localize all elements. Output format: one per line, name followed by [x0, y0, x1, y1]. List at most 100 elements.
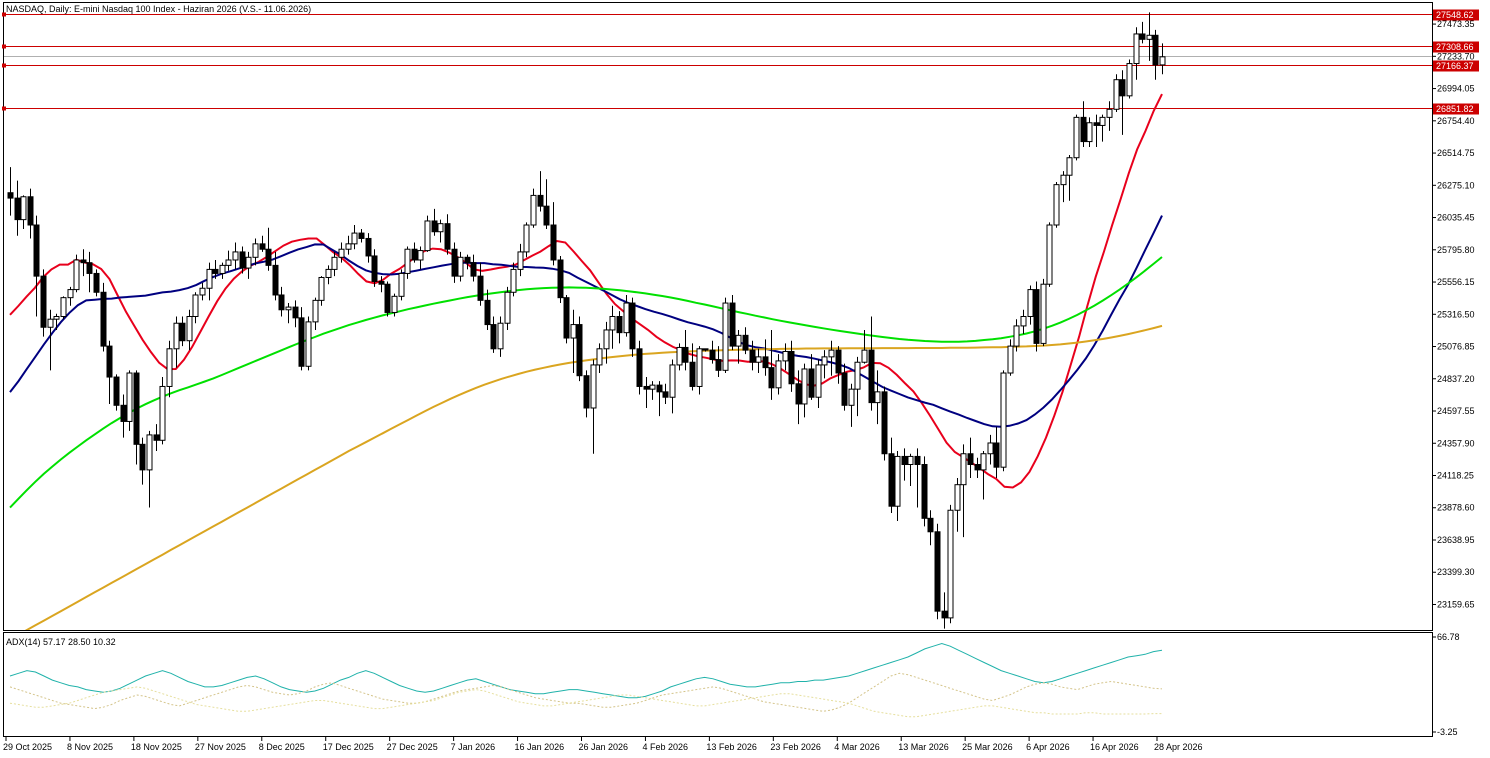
- candle: [192, 292, 199, 324]
- time-tick-label: 23 Feb 2026: [770, 742, 821, 752]
- candle: [166, 340, 173, 398]
- indicator-label: ADX(14) 57.17 28.50 10.32: [6, 637, 116, 647]
- candle: [815, 359, 822, 408]
- candle: [835, 346, 842, 384]
- candle: [139, 437, 146, 485]
- horizontal-levels: 27548.6227308.6627166.3726851.82: [2, 9, 1479, 115]
- candle: [179, 316, 186, 347]
- candle: [153, 424, 160, 452]
- candle: [1146, 12, 1153, 61]
- price-tick-label: 26275.10: [1437, 180, 1475, 190]
- candle: [245, 251, 252, 279]
- candle: [106, 340, 113, 404]
- candle: [954, 477, 961, 532]
- moving-averages: [9, 93, 1163, 630]
- candle: [543, 179, 550, 230]
- candle: [616, 311, 623, 344]
- candle: [457, 251, 464, 282]
- candle: [841, 363, 848, 411]
- adx-axis: 66.78 -3.25: [1432, 632, 1460, 737]
- candle: [186, 309, 193, 351]
- price-tick-label: 24837.20: [1437, 374, 1475, 384]
- candle: [1007, 339, 1014, 376]
- candle: [53, 313, 60, 330]
- candle: [1086, 117, 1093, 147]
- level-tag-label: 27166.37: [1436, 61, 1474, 71]
- candle: [292, 300, 299, 328]
- candle: [907, 453, 914, 487]
- candle: [722, 297, 729, 374]
- candle: [874, 370, 881, 425]
- price-tick-label: 23638.95: [1437, 535, 1475, 545]
- candlesticks: [7, 12, 1166, 629]
- candle: [868, 316, 875, 411]
- candle: [1106, 101, 1113, 131]
- candle: [550, 202, 557, 266]
- time-tick-label: 28 Apr 2026: [1154, 742, 1203, 752]
- main-panel: [3, 2, 1433, 631]
- candle: [1159, 43, 1166, 75]
- candle: [120, 394, 127, 438]
- candle: [576, 316, 583, 382]
- candle: [656, 381, 663, 417]
- candle: [325, 265, 332, 285]
- chart-canvas[interactable]: 27548.6227308.6627166.3726851.82 27473.3…: [0, 0, 1490, 758]
- candle: [1020, 309, 1027, 334]
- price-tick-label: 27233.70: [1437, 51, 1475, 61]
- candle: [345, 235, 352, 255]
- candle: [1033, 281, 1040, 352]
- candle: [941, 592, 948, 629]
- time-tick-label: 26 Jan 2026: [579, 742, 629, 752]
- candle: [67, 286, 74, 306]
- candle: [444, 214, 451, 255]
- time-tick-label: 4 Mar 2026: [834, 742, 880, 752]
- price-tick-label: 26035.45: [1437, 213, 1475, 223]
- price-tick-label: 26994.05: [1437, 84, 1475, 94]
- candle: [199, 282, 206, 301]
- candle: [312, 297, 319, 330]
- candle: [828, 340, 835, 376]
- candle: [484, 289, 491, 330]
- candle: [477, 262, 484, 306]
- time-tick-label: 4 Feb 2026: [642, 742, 688, 752]
- candle: [86, 251, 93, 293]
- level-marker: [2, 44, 6, 49]
- candle: [20, 195, 27, 230]
- price-tick-label: 25076.85: [1437, 342, 1475, 352]
- chart-title: NASDAQ, Daily: E-mini Nasdaq 100 Index -…: [6, 4, 311, 14]
- candle: [662, 383, 669, 404]
- time-tick-label: 8 Nov 2025: [67, 742, 113, 752]
- candle: [947, 504, 954, 624]
- candle: [173, 316, 180, 368]
- candle: [252, 238, 259, 266]
- candle: [1126, 59, 1133, 99]
- candle: [417, 246, 424, 270]
- candle: [563, 294, 570, 344]
- time-tick-label: 25 Mar 2026: [962, 742, 1013, 752]
- indicator-panel: [3, 632, 1433, 737]
- candle: [1066, 155, 1073, 201]
- candle: [669, 359, 676, 414]
- price-tick-label: 25795.80: [1437, 245, 1475, 255]
- candle: [504, 286, 511, 330]
- candle: [821, 350, 828, 379]
- candle: [643, 377, 650, 408]
- candle: [365, 233, 372, 263]
- candle: [1046, 222, 1053, 287]
- candle: [305, 316, 312, 371]
- candle: [557, 255, 564, 304]
- candle: [993, 426, 1000, 478]
- candle: [894, 451, 901, 522]
- price-tick-label: 23878.60: [1437, 503, 1475, 513]
- candle: [629, 297, 636, 357]
- price-tick-label: 25556.15: [1437, 277, 1475, 287]
- candle: [126, 370, 133, 431]
- time-tick-label: 13 Feb 2026: [706, 742, 757, 752]
- time-tick-label: 8 Dec 2025: [259, 742, 305, 752]
- candle: [424, 215, 431, 252]
- candle: [404, 246, 411, 279]
- candle: [1060, 171, 1067, 203]
- candle: [960, 444, 967, 538]
- candle: [14, 180, 21, 236]
- candle: [133, 370, 140, 465]
